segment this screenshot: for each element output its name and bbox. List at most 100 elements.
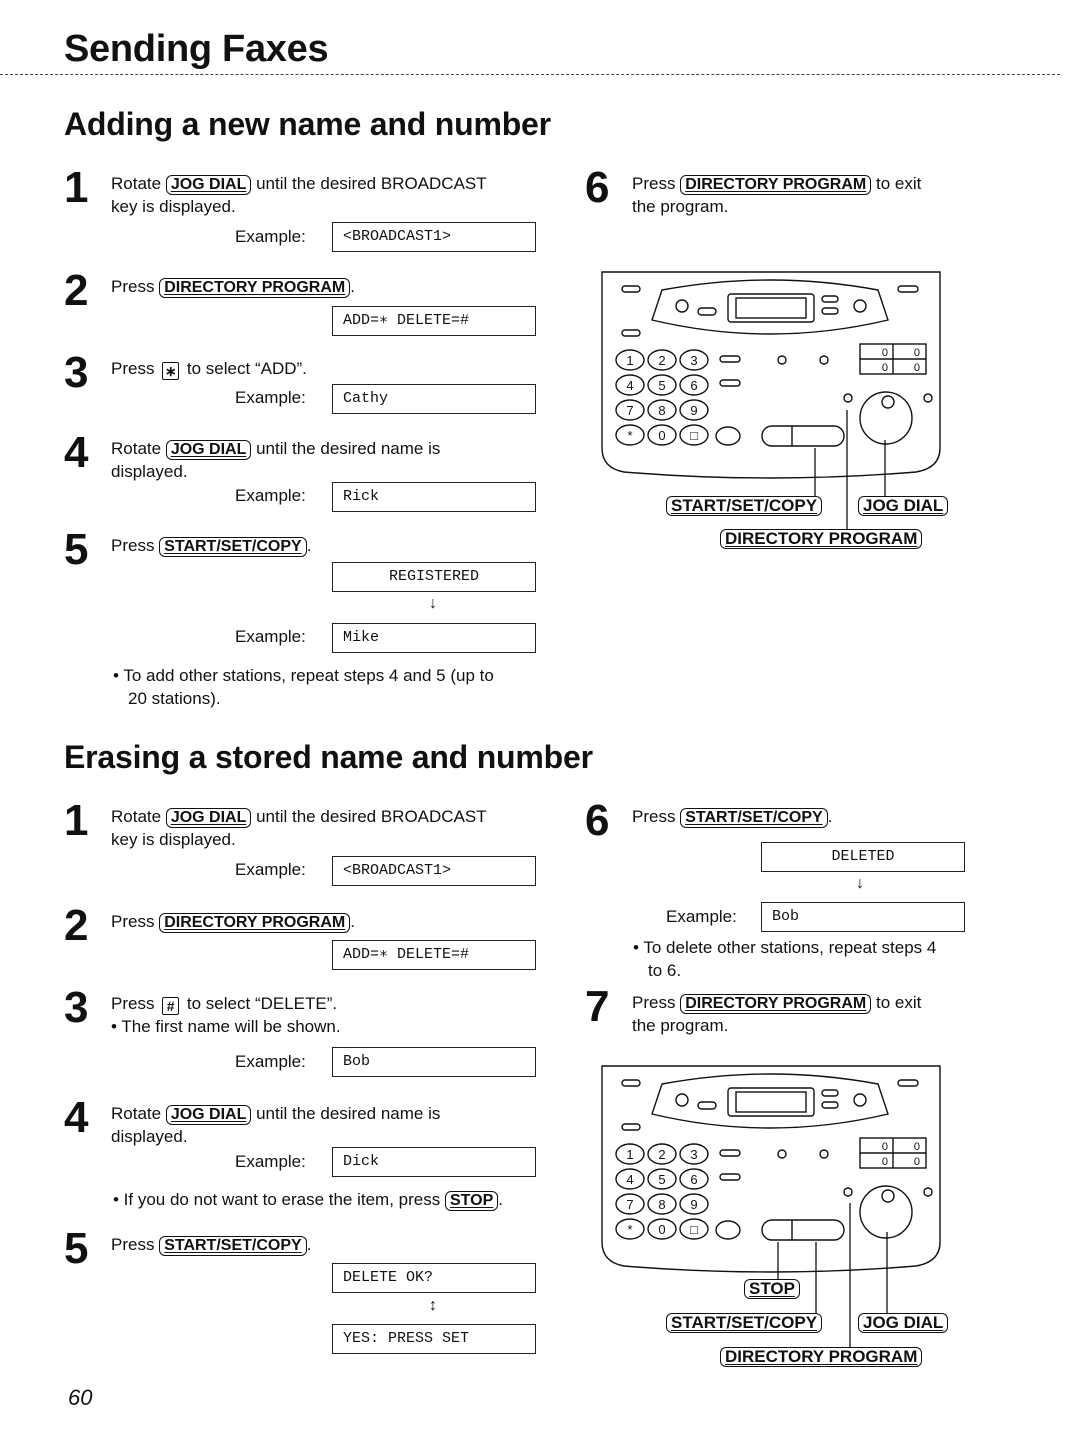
panel-button-icon bbox=[821, 307, 839, 315]
keypad-key-label: 7 bbox=[626, 403, 633, 418]
stop-key: STOP bbox=[444, 1191, 499, 1211]
lcd-display: ADD=∗ DELETE=# bbox=[332, 306, 536, 336]
directory-program-key: DIRECTORY PROGRAM bbox=[159, 913, 351, 933]
lcd-display: ADD=∗ DELETE=# bbox=[332, 940, 536, 970]
jog-dial-key: JOG DIAL bbox=[165, 440, 252, 460]
example-label: Example: bbox=[235, 486, 306, 505]
keypad-key-label: □ bbox=[690, 1222, 698, 1237]
start-set-copy-key: START/SET/COPY bbox=[159, 1236, 307, 1256]
lcd-display: <BROADCAST1> bbox=[332, 222, 536, 252]
panel-button-icon bbox=[821, 295, 839, 303]
step-instruction: Press ∗ to select “ADD”. bbox=[111, 359, 307, 380]
step-instruction: Press START/SET/COPY. bbox=[632, 807, 833, 828]
step-number: 4 bbox=[64, 1093, 89, 1142]
counter-digit: 0 bbox=[914, 1141, 920, 1153]
stop-start-button-icon bbox=[761, 1219, 845, 1241]
step-instruction: Press # to select “DELETE”. • The first … bbox=[111, 994, 341, 1036]
panel-button-icon bbox=[897, 285, 919, 293]
panel-button-icon bbox=[621, 1079, 641, 1087]
lcd-display: Dick bbox=[332, 1147, 536, 1177]
keypad-key-label: 9 bbox=[690, 403, 697, 418]
page-number: 60 bbox=[68, 1385, 93, 1410]
step-number: 6 bbox=[585, 796, 610, 845]
panel-button-icon bbox=[853, 299, 867, 313]
panel-button-icon bbox=[719, 379, 741, 387]
callout-start-set-copy: START/SET/COPY bbox=[666, 1313, 823, 1333]
counter-digit: 0 bbox=[914, 362, 920, 374]
indicator-icon bbox=[923, 393, 933, 403]
section-title-erasing: Erasing a stored name and number bbox=[64, 739, 593, 775]
panel-button-icon bbox=[821, 1101, 839, 1109]
callout-stop: STOP bbox=[744, 1279, 800, 1299]
jog-dial-key: JOG DIAL bbox=[165, 1105, 252, 1125]
panel-button-icon bbox=[897, 1079, 919, 1087]
lcd-display: YES: PRESS SET bbox=[332, 1324, 536, 1354]
step-instruction: Press START/SET/COPY. bbox=[111, 1235, 312, 1256]
panel-button-icon bbox=[621, 1123, 641, 1131]
keypad-key-label: 8 bbox=[658, 403, 665, 418]
lcd-display: DELETE OK? bbox=[332, 1263, 536, 1293]
bullet-note: • To delete other stations, repeat steps… bbox=[633, 938, 937, 980]
panel-button-icon bbox=[715, 426, 741, 446]
panel-button-icon bbox=[697, 1101, 717, 1110]
indicator-icon bbox=[843, 393, 853, 403]
header-rule bbox=[0, 74, 1060, 75]
lcd-display: <BROADCAST1> bbox=[332, 856, 536, 886]
keypad-key-label: 5 bbox=[658, 1172, 665, 1187]
step-instruction: Press DIRECTORY PROGRAM. bbox=[111, 277, 355, 298]
keypad-key-label: * bbox=[627, 1222, 632, 1237]
down-arrow-icon: ↓ bbox=[429, 595, 437, 612]
keypad-key-label: 1 bbox=[626, 1147, 633, 1162]
lcd-display: DELETED bbox=[761, 842, 965, 872]
example-label: Example: bbox=[235, 388, 306, 407]
indicator-icon bbox=[843, 1187, 853, 1197]
panel-button-icon bbox=[719, 1149, 741, 1157]
lcd-display: Bob bbox=[761, 902, 965, 932]
step-instruction: Rotate JOG DIAL until the desired BROADC… bbox=[111, 807, 487, 849]
star-key: ∗ bbox=[162, 362, 180, 380]
up-down-arrow-icon: ↕ bbox=[429, 1297, 437, 1314]
counter-digit: 0 bbox=[882, 362, 888, 374]
step-instruction: Press DIRECTORY PROGRAM to exit the prog… bbox=[632, 993, 922, 1035]
step-number: 5 bbox=[64, 1224, 89, 1273]
jog-dial-grip-icon bbox=[881, 1189, 895, 1203]
jog-dial-key: JOG DIAL bbox=[165, 175, 252, 195]
indicator-icon bbox=[923, 1187, 933, 1197]
panel-button-icon bbox=[821, 1089, 839, 1097]
keypad-key-label: 0 bbox=[658, 428, 665, 443]
keypad-key-label: * bbox=[627, 428, 632, 443]
panel-button-icon bbox=[675, 299, 689, 313]
panel-outline bbox=[601, 1065, 941, 1273]
counter-digit: 0 bbox=[914, 1156, 920, 1168]
counter-digit: 0 bbox=[882, 1141, 888, 1153]
keypad-key-label: 3 bbox=[690, 353, 697, 368]
example-label: Example: bbox=[235, 1152, 306, 1171]
bullet-note: • If you do not want to erase the item, … bbox=[113, 1190, 503, 1211]
directory-program-key: DIRECTORY PROGRAM bbox=[159, 278, 351, 298]
panel-outline bbox=[601, 271, 941, 479]
panel-button-icon bbox=[719, 1173, 741, 1181]
jog-dial-key: JOG DIAL bbox=[165, 808, 252, 828]
step-instruction: Press DIRECTORY PROGRAM. bbox=[111, 912, 355, 933]
stop-start-button-icon bbox=[761, 425, 845, 447]
indicator-icon bbox=[819, 1149, 829, 1159]
bullet-note: • To add other stations, repeat steps 4 … bbox=[113, 666, 494, 708]
keypad-key-label: 6 bbox=[690, 1172, 697, 1187]
counter-digit: 0 bbox=[914, 347, 920, 359]
callout-jog-dial: JOG DIAL bbox=[858, 496, 949, 516]
keypad-key-label: 0 bbox=[658, 1222, 665, 1237]
step-number: 1 bbox=[64, 796, 89, 845]
example-label: Example: bbox=[235, 227, 306, 246]
step-number: 5 bbox=[64, 525, 89, 574]
step-number: 6 bbox=[585, 163, 610, 212]
example-label: Example: bbox=[235, 627, 306, 646]
keypad-key-label: 4 bbox=[626, 378, 633, 393]
keypad-key-label: 2 bbox=[658, 353, 665, 368]
panel-button-icon bbox=[621, 285, 641, 293]
lcd-display: Mike bbox=[332, 623, 536, 653]
panel-button-icon bbox=[715, 1220, 741, 1240]
lcd-display: REGISTERED bbox=[332, 562, 536, 592]
jog-dial-icon bbox=[859, 391, 913, 445]
step-number: 3 bbox=[64, 983, 89, 1032]
jog-dial-icon bbox=[859, 1185, 913, 1239]
